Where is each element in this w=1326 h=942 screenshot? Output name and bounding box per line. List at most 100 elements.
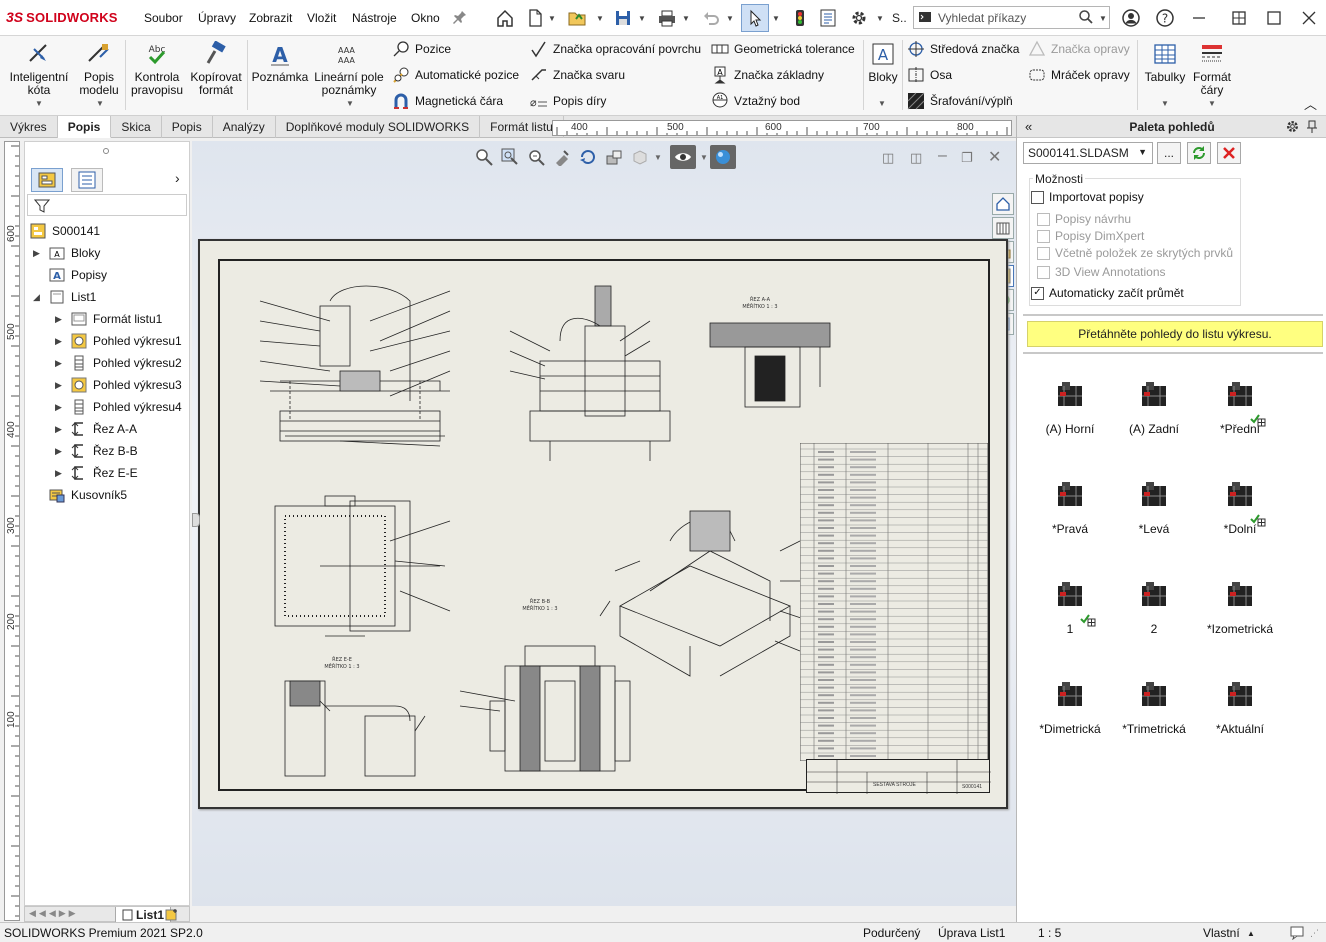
select-cursor-icon[interactable]	[741, 4, 769, 32]
print-icon[interactable]	[656, 7, 678, 29]
centerline-button[interactable]: Osa	[907, 66, 952, 84]
tree-item-section-aa[interactable]: ▶ Řez A-A	[55, 420, 137, 438]
menu-insert[interactable]: Vložit	[307, 11, 336, 25]
chevron-down-icon[interactable]: ▼	[700, 153, 708, 162]
expand-arrow-icon[interactable]: ▶	[55, 336, 65, 347]
undo-icon[interactable]	[700, 7, 722, 29]
palette-view-item[interactable]: *Levá	[1109, 474, 1199, 536]
tree-item-drawing-view-4[interactable]: ▶ Pohled výkresu4	[55, 398, 182, 416]
revision-symbol-button[interactable]: Značka opravy	[1028, 40, 1130, 58]
center-mark-button[interactable]: Středová značka	[907, 40, 1019, 58]
pin-pane-icon[interactable]	[1305, 120, 1319, 137]
auto-start-projected-view-checkbox[interactable]: ✓ Automaticky začít průmět	[1031, 286, 1184, 300]
chevron-up-icon[interactable]: ▲	[1247, 929, 1255, 938]
magnetic-line-button[interactable]: Magnetická čára	[392, 92, 503, 110]
tree-root-assembly[interactable]: S000141	[29, 222, 100, 240]
new-document-icon[interactable]	[524, 7, 546, 29]
checkbox-box[interactable]	[1037, 265, 1050, 279]
menu-tools[interactable]: Nástroje	[352, 11, 397, 25]
chevron-down-icon[interactable]: ▼	[346, 99, 354, 108]
save-icon[interactable]	[612, 7, 634, 29]
tree-item-sheet-format[interactable]: ▶ Formát listu1	[55, 310, 162, 328]
collapse-arrow-icon[interactable]: ◢	[33, 292, 43, 303]
chevron-down-icon[interactable]: ▼	[1099, 14, 1107, 23]
palette-view-item[interactable]: *Izometrická	[1195, 574, 1285, 636]
hole-callout-button[interactable]: ⌀ Popis díry	[530, 92, 606, 110]
palette-view-item[interactable]: (A) Zadní	[1109, 374, 1199, 436]
search-scope-label[interactable]: S..	[892, 11, 907, 25]
dimxpert-annotations-checkbox[interactable]: Popisy DimXpert	[1037, 229, 1144, 243]
view-settings-icon[interactable]	[670, 145, 696, 169]
chevron-down-icon[interactable]: ▼	[878, 99, 886, 108]
chevron-down-icon[interactable]: ▼	[876, 14, 884, 23]
checkbox-box[interactable]	[1037, 229, 1050, 243]
resize-grip-icon[interactable]: ⋰	[1310, 928, 1319, 939]
drawing-sheet[interactable]: ŘEZ A-A MĚŘÍTKO 1 : 3 ŘEZ B-B MĚŘÍTKO 1 : …	[198, 239, 1008, 809]
3d-view-annotations-checkbox[interactable]: 3D View Annotations	[1037, 265, 1166, 279]
pin-icon[interactable]	[452, 9, 468, 28]
checkbox-box[interactable]	[1037, 212, 1050, 226]
chevron-down-icon[interactable]: ▼	[548, 14, 556, 23]
chevron-down-icon[interactable]: ▼	[1208, 99, 1216, 108]
model-items-button[interactable]: Popis modelu	[76, 40, 122, 97]
chevron-down-icon[interactable]: ▼	[638, 14, 646, 23]
weld-symbol-button[interactable]: Značka svaru	[530, 66, 625, 84]
chevron-down-icon[interactable]: ▼	[654, 153, 662, 162]
linear-note-pattern-button[interactable]: AAA AAA Lineární pole poznámky	[312, 40, 386, 97]
expand-arrow-icon[interactable]: ▶	[33, 248, 43, 259]
solidworks-resources-icon[interactable]	[992, 193, 1014, 215]
expand-arrow-icon[interactable]: ▶	[55, 380, 65, 391]
tree-item-bom[interactable]: Kusovník5	[33, 486, 127, 504]
document-restore-icon[interactable]: ❐	[961, 150, 973, 166]
tables-button[interactable]: Tabulky	[1140, 40, 1190, 84]
balloon-button[interactable]: Pozice	[392, 40, 451, 58]
palette-view-item[interactable]: *Dimetrická	[1025, 674, 1115, 736]
geometric-tolerance-button[interactable]: Geometrická tolerance	[711, 40, 855, 58]
hide-show-items-icon[interactable]	[604, 147, 624, 167]
chevron-down-icon[interactable]: ▼	[1161, 99, 1169, 108]
tree-item-drawing-view-1[interactable]: ▶ Pohled výkresu1	[55, 332, 182, 350]
document-minimize-icon[interactable]: –	[938, 147, 947, 165]
palette-view-item[interactable]: *Přední	[1195, 374, 1285, 436]
menu-view[interactable]: Zobrazit	[249, 11, 292, 25]
palette-view-item[interactable]: (A) Horní	[1025, 374, 1115, 436]
line-format-button[interactable]: Formát čáry	[1190, 40, 1234, 97]
tab-drawing[interactable]: Výkres	[0, 116, 58, 138]
design-library-icon[interactable]	[992, 217, 1014, 239]
spell-checker-button[interactable]: Abc Kontrola pravopisu	[128, 40, 186, 97]
palette-view-item[interactable]: 2	[1109, 574, 1199, 636]
datum-target-button[interactable]: A1 Vztažný bod	[711, 92, 800, 110]
expand-arrow-icon[interactable]: ▶	[55, 402, 65, 413]
tree-item-drawing-view-2[interactable]: ▶ Pohled výkresu2	[55, 354, 182, 372]
datum-feature-button[interactable]: A Značka základny	[711, 66, 824, 84]
settings-gear-icon[interactable]	[1285, 119, 1300, 137]
expand-arrow-icon[interactable]: ▶	[55, 358, 65, 369]
chevron-right-icon[interactable]: ›	[175, 170, 180, 186]
expand-arrow-icon[interactable]: ▶	[55, 424, 65, 435]
zoom-area-icon[interactable]	[500, 147, 520, 167]
menu-edit[interactable]: Úpravy	[198, 11, 236, 25]
model-document-select[interactable]: S000141.SLDASM ▼	[1023, 142, 1153, 164]
checkbox-box[interactable]	[1037, 246, 1050, 260]
clear-all-button[interactable]	[1217, 142, 1241, 164]
maximize-icon[interactable]	[1263, 7, 1285, 29]
help-icon[interactable]: ?	[1154, 7, 1176, 29]
tree-item-section-ee[interactable]: ▶ Řez E-E	[55, 464, 138, 482]
tile-left-icon[interactable]: ◫	[882, 150, 894, 166]
collapse-ribbon-icon[interactable]: ︿	[1304, 94, 1317, 113]
user-account-icon[interactable]	[1120, 7, 1142, 29]
bill-of-materials-table[interactable]	[800, 443, 988, 761]
expand-arrow-icon[interactable]: ▶	[55, 468, 65, 479]
palette-view-item[interactable]: *Aktuální	[1195, 674, 1285, 736]
zoom-to-fit-icon[interactable]	[474, 147, 494, 167]
tab-markup[interactable]: Popis	[162, 116, 213, 138]
palette-view-item[interactable]: *Trimetrická	[1109, 674, 1199, 736]
palette-view-item[interactable]: *Pravá	[1025, 474, 1115, 536]
surface-finish-button[interactable]: Značka opracování povrchu	[530, 40, 701, 58]
rotate-view-icon[interactable]	[578, 147, 598, 167]
title-block[interactable]: SESTAVA STROJE S000141	[806, 759, 991, 794]
blocks-button[interactable]: A Bloky	[866, 40, 900, 84]
tree-item-annotations[interactable]: A Popisy	[33, 266, 107, 284]
tab-sketch[interactable]: Skica	[111, 116, 162, 138]
smart-dimension-button[interactable]: Inteligentní kóta	[4, 40, 74, 97]
